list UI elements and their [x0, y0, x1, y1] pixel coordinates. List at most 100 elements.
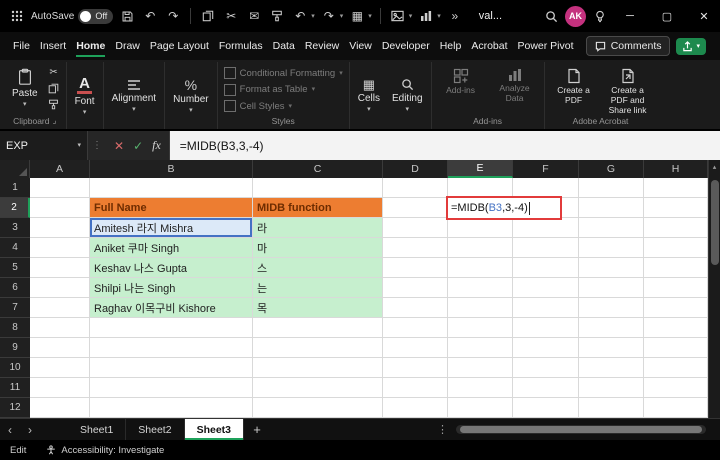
row-header-9[interactable]: 9 — [0, 338, 30, 358]
cell-G11[interactable] — [579, 378, 644, 398]
cell-A2[interactable] — [30, 198, 90, 218]
cell-D6[interactable] — [383, 278, 448, 298]
cell-G6[interactable] — [579, 278, 644, 298]
cell-H10[interactable] — [644, 358, 708, 378]
cell-F6[interactable] — [513, 278, 579, 298]
cell-F8[interactable] — [513, 318, 579, 338]
chevron-down-icon[interactable]: ▾ — [409, 12, 413, 20]
lightbulb-icon[interactable] — [591, 6, 609, 26]
horizontal-scroll-thumb[interactable] — [460, 426, 702, 433]
cell-F7[interactable] — [513, 298, 579, 318]
cell-B7[interactable]: Raghav 이목구비 Kishore — [90, 298, 253, 318]
row-header-8[interactable]: 8 — [0, 318, 30, 338]
chevron-down-icon[interactable]: ▾ — [368, 12, 372, 20]
format-painter-button[interactable] — [45, 97, 63, 112]
cancel-entry-button[interactable]: ✕ — [114, 139, 124, 153]
cell-A6[interactable] — [30, 278, 90, 298]
sheet-nav-right-icon[interactable]: › — [20, 423, 40, 437]
cell-E10[interactable] — [448, 358, 513, 378]
close-button[interactable]: ✕ — [688, 0, 720, 32]
column-header-B[interactable]: B — [90, 160, 253, 178]
cell-B6[interactable]: Shilpi 나는 Singh — [90, 278, 253, 298]
document-title[interactable]: val... — [479, 10, 502, 22]
cell-G3[interactable] — [579, 218, 644, 238]
cell-A12[interactable] — [30, 398, 90, 418]
cell-F5[interactable] — [513, 258, 579, 278]
format-as-table-button[interactable]: Format as Table ▾ — [222, 83, 345, 97]
active-cell-editor[interactable]: =MIDB(B3,3,-4) — [446, 196, 562, 220]
column-header-D[interactable]: D — [383, 160, 448, 178]
cell-F12[interactable] — [513, 398, 579, 418]
cell-E6[interactable] — [448, 278, 513, 298]
cell-C5[interactable]: 스 — [253, 258, 383, 278]
column-header-H[interactable]: H — [644, 160, 708, 178]
cell-G9[interactable] — [579, 338, 644, 358]
cell-B2[interactable]: Full Name — [90, 198, 253, 218]
redo-dropdown-icon[interactable]: ↷ — [320, 6, 338, 26]
cell-H9[interactable] — [644, 338, 708, 358]
cell-C1[interactable] — [253, 178, 383, 198]
cell-B5[interactable]: Keshav 나스 Gupta — [90, 258, 253, 278]
cell-H5[interactable] — [644, 258, 708, 278]
row-header-1[interactable]: 1 — [0, 178, 30, 198]
cell-H3[interactable] — [644, 218, 708, 238]
cell-C4[interactable]: 마 — [253, 238, 383, 258]
cell-A4[interactable] — [30, 238, 90, 258]
menu-tab-acrobat[interactable]: Acrobat — [466, 34, 512, 58]
more-options-icon[interactable]: ⋮ — [429, 423, 456, 436]
cell-G4[interactable] — [579, 238, 644, 258]
cell-G7[interactable] — [579, 298, 644, 318]
accessibility-status[interactable]: Accessibility: Investigate — [46, 445, 164, 456]
cell-G5[interactable] — [579, 258, 644, 278]
cell-F4[interactable] — [513, 238, 579, 258]
cell-H7[interactable] — [644, 298, 708, 318]
cut-icon[interactable]: ✂ — [222, 6, 240, 26]
row-header-10[interactable]: 10 — [0, 358, 30, 378]
vertical-scrollbar[interactable]: ▴ — [708, 160, 720, 418]
dialog-launcher-icon[interactable]: ⌟ — [52, 115, 56, 126]
menu-tab-insert[interactable]: Insert — [35, 34, 71, 58]
column-header-C[interactable]: C — [253, 160, 383, 178]
cell-D8[interactable] — [383, 318, 448, 338]
cell-H12[interactable] — [644, 398, 708, 418]
column-header-A[interactable]: A — [30, 160, 90, 178]
cell-B11[interactable] — [90, 378, 253, 398]
menu-tab-power-pivot[interactable]: Power Pivot — [513, 34, 579, 58]
menu-tab-help[interactable]: Help — [435, 34, 467, 58]
cell-G2[interactable] — [579, 198, 644, 218]
row-header-3[interactable]: 3 — [0, 218, 30, 238]
toolbar-overflow-icon[interactable]: » — [446, 6, 464, 26]
cell-F1[interactable] — [513, 178, 579, 198]
insert-function-button[interactable]: fx — [152, 138, 161, 153]
cell-C6[interactable]: 는 — [253, 278, 383, 298]
cell-D4[interactable] — [383, 238, 448, 258]
alignment-menu-button[interactable]: Alignment ▾ — [106, 62, 162, 129]
row-header-7[interactable]: 7 — [0, 298, 30, 318]
row-header-12[interactable]: 12 — [0, 398, 30, 418]
menu-tab-formulas[interactable]: Formulas — [214, 34, 268, 58]
row-header-4[interactable]: 4 — [0, 238, 30, 258]
app-launcher-icon[interactable] — [8, 6, 26, 26]
formula-input[interactable]: =MIDB(B3,3,-4) — [169, 131, 720, 160]
cell-D12[interactable] — [383, 398, 448, 418]
cell-D1[interactable] — [383, 178, 448, 198]
create-pdf-share-button[interactable]: Create a PDF and Share link — [601, 62, 655, 115]
menu-tab-file[interactable]: File — [8, 34, 35, 58]
cell-A3[interactable] — [30, 218, 90, 238]
cell-C12[interactable] — [253, 398, 383, 418]
cell-B1[interactable] — [90, 178, 253, 198]
cell-F10[interactable] — [513, 358, 579, 378]
cell-H1[interactable] — [644, 178, 708, 198]
cell-styles-button[interactable]: Cell Styles ▾ — [222, 99, 345, 113]
user-avatar[interactable]: AK — [565, 5, 586, 27]
name-box[interactable]: EXP ▾ — [0, 131, 88, 160]
cell-G8[interactable] — [579, 318, 644, 338]
menu-tab-view[interactable]: View — [344, 34, 377, 58]
cell-E5[interactable] — [448, 258, 513, 278]
cell-A9[interactable] — [30, 338, 90, 358]
autosave-toggle[interactable]: Off — [78, 8, 114, 24]
comments-button[interactable]: Comments — [585, 36, 671, 56]
addins-button[interactable]: Add-ins — [434, 62, 488, 115]
menu-tab-draw[interactable]: Draw — [110, 34, 145, 58]
column-header-G[interactable]: G — [579, 160, 644, 178]
